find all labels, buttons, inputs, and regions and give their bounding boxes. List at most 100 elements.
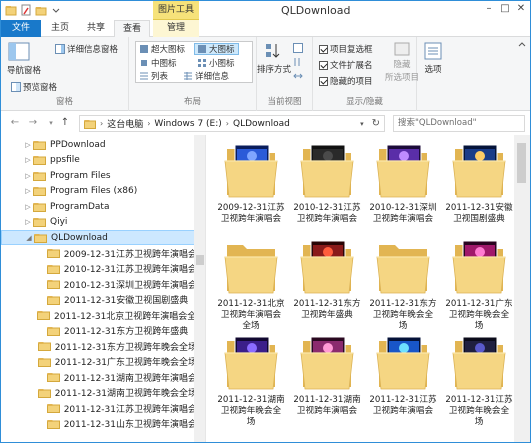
nav-scrollbar-thumb[interactable] [196,255,204,265]
tab-share[interactable]: 共享 [81,20,111,37]
chevron-down-icon[interactable] [50,4,62,16]
nav-tree-item[interactable]: ▷ Qiyi [1,215,197,230]
nav-tree-label: 2011-12-31江苏卫视跨年演唱会 [63,404,197,415]
title-bar: 图片工具 QLDownload – □ ✕ [1,1,530,20]
breadcrumb-this-pc[interactable]: 这台电脑 [107,117,143,130]
nav-tree-item[interactable]: ▷ Program Files (x86) [1,184,197,199]
nav-tree-item[interactable]: 2011-12-31江苏卫视跨年演唱会 [1,401,197,416]
tab-manage[interactable]: 管理 [153,20,199,37]
close-button[interactable]: ✕ [514,3,528,16]
nav-tree-label: 2011-12-31广东卫视跨年晚会全场 [54,358,197,368]
back-button[interactable]: ← [9,117,21,129]
folder-item[interactable]: 2009-12-31江苏 卫视跨年演唱会 [213,139,289,225]
collapsed-arrow-icon[interactable]: ▷ [23,156,33,164]
content-scrollbar-thumb[interactable] [517,143,526,183]
nav-tree-label: 2011-12-31湖南卫视跨年演唱会 [63,373,197,384]
layout-extra-large-icons[interactable]: 超大图标 [139,43,185,55]
nav-tree-item[interactable]: ◢ QLDownload [1,230,197,245]
nav-tree-item[interactable]: 2011-12-31北京卫视跨年演唱会全场 [1,308,205,323]
properties-icon[interactable] [20,4,32,16]
address-dropdown-icon[interactable]: ▾ [360,120,364,128]
folder-item[interactable]: 2010-12-31江苏 卫视跨年演唱会 [289,139,365,225]
app-icon[interactable] [5,4,17,16]
collapsed-arrow-icon[interactable]: ▷ [23,218,33,226]
collapsed-arrow-icon[interactable]: ▷ [23,203,33,211]
picture-tools-header: 图片工具 [153,1,199,20]
nav-tree-item[interactable]: 2011-12-31湖南卫视跨年演唱会 [1,370,197,385]
tab-view[interactable]: 查看 [114,20,150,38]
layout-large-icons[interactable]: 大图标 [197,43,235,55]
folder-item[interactable]: 2011-12-31北京 卫视跨年演唱会 全场 [213,235,289,332]
group-by-icon[interactable] [293,43,303,53]
collapsed-arrow-icon[interactable]: ▷ [23,172,33,180]
nav-tree-item[interactable]: 2011-12-31东方卫视跨年盛典 [1,323,197,338]
recent-locations-button[interactable]: ▾ [45,117,57,129]
navigation-pane-button[interactable]: 导航窗格 [7,41,41,76]
nav-tree-item[interactable]: ▷ ProgramData [1,199,197,214]
layout-small-icons[interactable]: 小图标 [197,57,235,69]
folder-item[interactable]: 2011-12-31江苏 卫视跨年演唱会 [365,331,441,417]
nav-tree-item[interactable]: ▷ PPDownload [1,137,197,152]
hidden-items-toggle[interactable]: 隐藏的项目 [319,75,373,87]
breadcrumb-drive[interactable]: Windows 7 (E:) [154,119,221,129]
folder-icon [46,279,60,289]
layout-medium-icons[interactable]: 中图标 [139,57,177,69]
add-columns-icon[interactable] [293,57,303,67]
hidden-items-checkbox[interactable] [319,76,328,86]
forward-button[interactable]: → [27,117,39,129]
collapsed-arrow-icon[interactable]: ▷ [23,141,33,149]
folder-item[interactable]: 2011-12-31湖南 卫视跨年演唱会 [289,331,365,417]
hide-selected-button[interactable]: 隐藏 所选项目 [385,41,419,83]
tab-file[interactable]: 文件 [1,20,41,37]
search-input[interactable]: 搜索"QLDownload" [393,115,525,132]
folder-name: 2011-12-31东方 卫视跨年晚会全场 [369,299,437,331]
nav-tree-item[interactable]: 2010-12-31深圳卫视跨年演唱会 [1,277,197,292]
nav-tree-item[interactable]: 2011-12-31广东卫视跨年晚会全场 [1,354,197,369]
item-checkboxes-checkbox[interactable] [319,44,328,54]
folder-icon [37,388,51,398]
folder-item[interactable]: 2011-12-31江苏 卫视跨年晚会全场 [441,331,517,428]
sort-by-button[interactable]: 排序方式 [257,41,291,75]
item-checkboxes-toggle[interactable]: 项目复选框 [319,43,373,55]
ribbon-collapse-icon[interactable] [517,40,527,50]
folder-item[interactable]: 2011-12-31东方 卫视跨年盛典 [289,235,365,321]
layout-details[interactable]: 详细信息 [183,70,229,82]
folder-item[interactable]: 2011-12-31广东 卫视跨年晚会全场 [441,235,517,332]
preview-pane-button[interactable]: 预览窗格 [11,81,57,93]
file-extensions-toggle[interactable]: 文件扩展名 [319,59,373,71]
nav-tree-item[interactable]: ▷ ppsfile [1,153,197,168]
nav-tree-item[interactable]: 2011-12-31东方卫视跨年晚会全场 [1,339,197,354]
size-columns-icon[interactable] [293,71,303,81]
folder-item[interactable]: 2010-12-31深圳 卫视跨年演唱会 [365,139,441,225]
extra-large-icons-icon [139,44,149,54]
nav-tree-item[interactable]: 2011-12-31山东卫视跨年演唱会 [1,416,197,431]
nav-tree-item[interactable]: 2010-12-31江苏卫视跨年演唱会 [1,261,197,276]
breadcrumb-qldownload[interactable]: QLDownload [233,119,290,129]
layout-list[interactable]: 列表 [139,70,168,82]
new-folder-icon[interactable] [35,4,47,16]
folder-item[interactable]: 2011-12-31湖南 卫视跨年晚会全场 [213,331,289,428]
explorer-window: 图片工具 QLDownload – □ ✕ 文件 主页 共享 查看 管理 导航窗… [0,0,531,443]
minimize-button[interactable]: – [482,3,496,16]
folder-name: 2011-12-31湖南 卫视跨年演唱会 [293,395,361,416]
folder-item[interactable]: 2011-12-31东方 卫视跨年晚会全场 [365,235,441,332]
file-extensions-checkbox[interactable] [319,60,328,70]
folder-name: 2011-12-31东方 卫视跨年盛典 [293,299,361,320]
expanded-arrow-icon[interactable]: ◢ [24,234,34,242]
tab-home[interactable]: 主页 [45,20,75,37]
folder-item[interactable]: 2011-12-31安徽 卫视国剧盛典 [441,139,517,225]
nav-tree-item[interactable]: 2009-12-31江苏卫视跨年演唱会 [1,246,197,261]
nav-tree-item[interactable]: 2011-12-31安徽卫视国剧盛典 [1,292,197,307]
up-button[interactable]: ↑ [59,117,71,129]
nav-tree-item[interactable]: ▷ Program Files [1,168,197,183]
nav-scrollbar[interactable] [194,135,205,442]
nav-tree-item[interactable]: 2011-12-31湖南卫视跨年晚会全场 [1,385,197,400]
address-path[interactable]: › 这台电脑 › Windows 7 (E:) › QLDownload ▾ ↻ [79,115,385,132]
collapsed-arrow-icon[interactable]: ▷ [23,187,33,195]
details-pane-button[interactable]: 详细信息窗格 [55,43,118,55]
options-button[interactable]: 选项 [423,41,443,75]
nav-tree-label: 2009-12-31江苏卫视跨年演唱会 [63,249,197,260]
refresh-icon[interactable]: ↻ [372,118,380,129]
maximize-button[interactable]: □ [498,3,512,16]
content-scrollbar[interactable] [514,135,530,442]
